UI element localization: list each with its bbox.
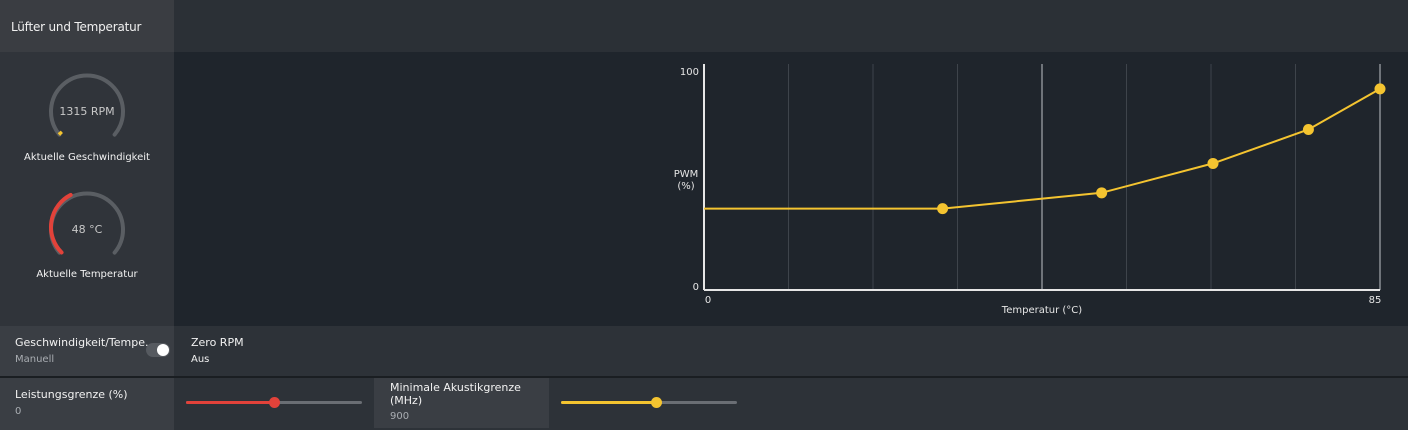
acoustic-slider-fill <box>561 401 657 404</box>
acoustic-limit-value: 900 <box>390 411 410 422</box>
fan-curve-chart[interactable]: 100 0 0 85 PWM (%) Temperatur (°C) <box>174 52 1408 326</box>
power-limit-value: 0 <box>15 406 22 417</box>
speed-gauge-arc <box>57 130 63 136</box>
curve-layer <box>704 83 1386 215</box>
fan-curve-point[interactable] <box>1374 83 1386 95</box>
fan-temperature-window: Lüfter und Temperatur 1315 RPM Aktuelle … <box>0 0 1408 430</box>
fan-curve-point[interactable] <box>1302 124 1314 136</box>
title-tab[interactable]: Lüfter und Temperatur <box>0 0 174 52</box>
x-max-tick-label: 85 <box>1369 295 1382 306</box>
acoustic-slider-thumb[interactable] <box>650 397 662 408</box>
power-limit-setting: Leistungsgrenze (%) 0 <box>0 378 174 430</box>
fan-curve-point[interactable] <box>1096 187 1108 199</box>
y-axis-label-line1: PWM <box>674 169 699 180</box>
fan-curve-point[interactable] <box>1207 157 1219 169</box>
acoustic-limit-label-line1: Minimale Akustikgrenze <box>390 381 521 394</box>
fan-curve-area: 100 0 0 85 PWM (%) Temperatur (°C) <box>174 52 1408 326</box>
fan-curve-point[interactable] <box>937 203 949 215</box>
mode-toggle[interactable] <box>146 343 170 357</box>
temperature-value: 48 °C <box>71 223 103 236</box>
acoustic-limit-setting: Minimale Akustikgrenze (MHz) 900 <box>374 378 549 428</box>
acoustic-limit-slider[interactable] <box>561 395 737 409</box>
acoustic-limit-label-line2: (MHz) <box>390 394 423 407</box>
zero-rpm-label: Zero RPM <box>191 336 244 349</box>
x-min-tick-label: 0 <box>705 295 711 306</box>
title-bar: Lüfter und Temperatur <box>0 0 1408 52</box>
temperature-label: Aktuelle Temperatur <box>36 269 138 280</box>
y-axis-label-line2: (%) <box>677 181 694 192</box>
zero-rpm-value[interactable]: Aus <box>191 354 209 365</box>
x-axis-label: Temperatur (°C) <box>1001 305 1082 316</box>
speed-gauge: 1315 RPM Aktuelle Geschwindigkeit <box>0 70 174 170</box>
gauges-panel: 1315 RPM Aktuelle Geschwindigkeit 48 °C … <box>0 52 174 326</box>
power-slider-fill <box>186 401 274 404</box>
grid-lines <box>788 64 1381 290</box>
power-limit-label: Leistungsgrenze (%) <box>15 388 128 401</box>
speed-value: 1315 RPM <box>59 105 115 118</box>
limits-row: Leistungsgrenze (%) 0 Minimale Akustikgr… <box>0 378 1408 430</box>
y-min-tick-label: 0 <box>693 282 699 293</box>
mode-label: Geschwindigkeit/Tempe... <box>15 336 156 349</box>
speed-label: Aktuelle Geschwindigkeit <box>24 152 150 163</box>
power-limit-slider[interactable] <box>186 395 362 409</box>
mode-value: Manuell <box>15 354 55 365</box>
power-slider-thumb[interactable] <box>268 397 280 408</box>
page-title: Lüfter und Temperatur <box>11 20 142 34</box>
y-max-tick-label: 100 <box>680 67 699 78</box>
fan-mode-row: Geschwindigkeit/Tempe... Manuell Zero RP… <box>0 326 1408 376</box>
toggle-knob <box>157 344 169 356</box>
temperature-gauge: 48 °C Aktuelle Temperatur <box>0 188 174 288</box>
